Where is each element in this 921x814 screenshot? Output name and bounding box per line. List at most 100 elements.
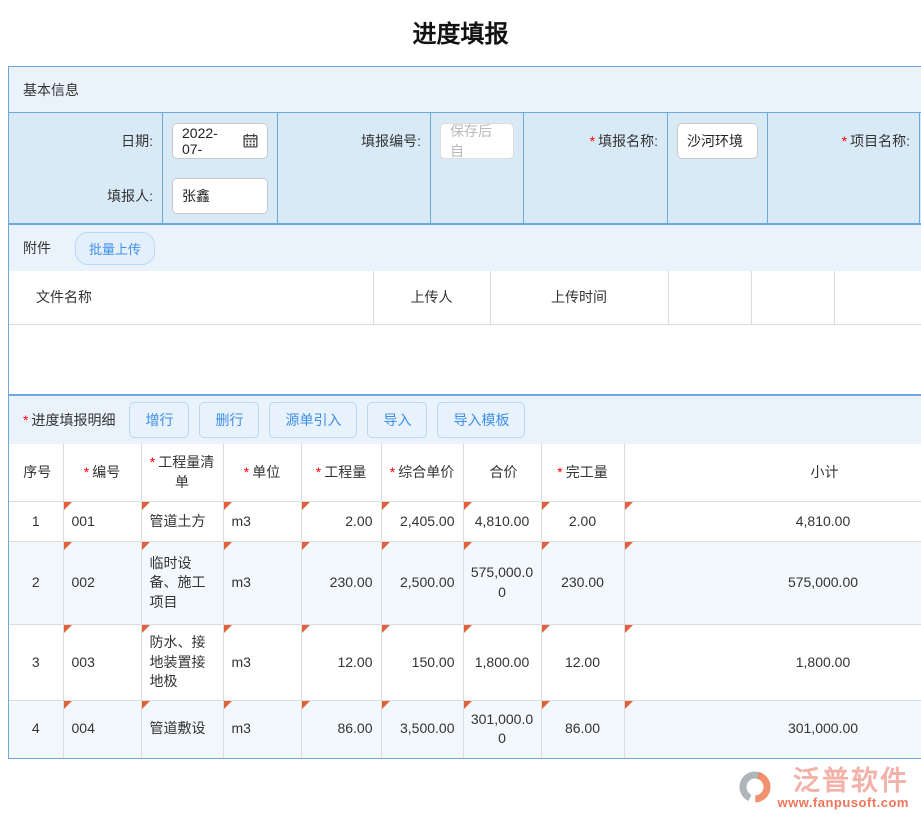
cell-seq: 4	[9, 701, 63, 758]
cell-seq: 3	[9, 625, 63, 701]
col-header-boq: *工程量清单	[141, 444, 223, 502]
cell-code[interactable]: 001	[63, 502, 141, 542]
table-row: 4 004 管道敷设 m3 86.00 3,500.00 301,000.00 …	[9, 701, 921, 758]
basic-info-title: 基本信息	[23, 80, 79, 100]
details-section: *进度填报明细 增行 删行 源单引入 导入 导入模板 序号 *编号 *工程量清单…	[8, 395, 921, 759]
cell-quantity[interactable]: 230.00	[301, 542, 381, 625]
source-import-button[interactable]: 源单引入	[269, 402, 357, 438]
cell-boq[interactable]: 管道土方	[141, 502, 223, 542]
report-no-cell: 保存后自	[430, 113, 523, 168]
attachments-header: 附件 批量上传	[9, 225, 921, 271]
cell-unit[interactable]: m3	[223, 625, 301, 701]
date-cell: 2022-07-	[162, 113, 277, 168]
cell-code[interactable]: 003	[63, 625, 141, 701]
col-header-empty	[834, 271, 921, 324]
batch-upload-button[interactable]: 批量上传	[75, 232, 155, 265]
date-label: 日期:	[9, 113, 162, 168]
cell-total-price[interactable]: 301,000.00	[463, 701, 541, 758]
cell-total-price[interactable]: 4,810.00	[463, 502, 541, 542]
cell-quantity[interactable]: 86.00	[301, 701, 381, 758]
required-asterisk: *	[23, 412, 28, 428]
report-no-label: 填报编号:	[277, 113, 430, 168]
col-header-completed-qty: *完工量	[541, 444, 624, 502]
project-name-label: * 项目名称:	[767, 113, 919, 168]
cell-total-price[interactable]: 575,000.00	[463, 542, 541, 625]
required-asterisk: *	[842, 133, 847, 149]
vendor-url: www.fanpusoft.com	[777, 795, 909, 810]
import-template-button[interactable]: 导入模板	[437, 402, 525, 438]
col-header-subtotal: 小计	[624, 444, 921, 502]
cell-subtotal[interactable]: 1,800.00	[624, 625, 921, 701]
table-row: 1 001 管道土方 m3 2.00 2,405.00 4,810.00 2.0…	[9, 502, 921, 542]
cell-unit-price[interactable]: 150.00	[381, 625, 463, 701]
cell-total-price[interactable]: 1,800.00	[463, 625, 541, 701]
cell-subtotal[interactable]: 301,000.00	[624, 701, 921, 758]
cell-unit[interactable]: m3	[223, 542, 301, 625]
cell-completed-qty[interactable]: 2.00	[541, 502, 624, 542]
col-header-seq: 序号	[9, 444, 63, 502]
col-header-unit-price: *综合单价	[381, 444, 463, 502]
col-header-empty	[668, 271, 751, 324]
add-row-button[interactable]: 增行	[129, 402, 189, 438]
cell-subtotal[interactable]: 575,000.00	[624, 542, 921, 625]
vendor-logo-icon	[735, 766, 775, 811]
col-header-quantity: *工程量	[301, 444, 381, 502]
cell-completed-qty[interactable]: 12.00	[541, 625, 624, 701]
col-header-uploader: 上传人	[373, 271, 490, 324]
empty-cell	[277, 168, 430, 223]
report-name-label: * 填报名称:	[523, 113, 667, 168]
filler-input[interactable]: 张鑫	[172, 178, 268, 214]
empty-cell	[523, 168, 667, 223]
details-header-row: 序号 *编号 *工程量清单 *单位 *工程量 *综合单价 合价 *完工量 小计	[9, 444, 921, 502]
details-header: *进度填报明细 增行 删行 源单引入 导入 导入模板	[9, 396, 921, 444]
cell-boq[interactable]: 防水、接地装置接地极	[141, 625, 223, 701]
attachments-empty-body	[9, 325, 921, 394]
cell-quantity[interactable]: 2.00	[301, 502, 381, 542]
cell-unit-price[interactable]: 2,405.00	[381, 502, 463, 542]
col-header-code: *编号	[63, 444, 141, 502]
cell-unit-price[interactable]: 2,500.00	[381, 542, 463, 625]
col-header-upload-time: 上传时间	[490, 271, 668, 324]
cell-quantity[interactable]: 12.00	[301, 625, 381, 701]
cell-unit-price[interactable]: 3,500.00	[381, 701, 463, 758]
report-no-input[interactable]: 保存后自	[440, 123, 514, 159]
table-row: 2 002 临时设备、施工项目 m3 230.00 2,500.00 575,0…	[9, 542, 921, 625]
details-title: *进度填报明细	[23, 410, 115, 430]
vendor-watermark: 泛普软件 www.fanpusoft.com	[735, 766, 909, 811]
details-table: 序号 *编号 *工程量清单 *单位 *工程量 *综合单价 合价 *完工量 小计 …	[9, 444, 921, 758]
attachments-section: 附件 批量上传 文件名称 上传人 上传时间	[8, 224, 921, 395]
empty-cell	[767, 168, 919, 223]
col-header-file-name: 文件名称	[9, 271, 373, 324]
date-input[interactable]: 2022-07-	[172, 123, 268, 159]
col-header-total-price: 合价	[463, 444, 541, 502]
cell-unit[interactable]: m3	[223, 502, 301, 542]
attachments-table: 文件名称 上传人 上传时间	[9, 271, 921, 325]
empty-cell	[667, 168, 767, 223]
empty-cell	[430, 168, 523, 223]
table-row: 3 003 防水、接地装置接地极 m3 12.00 150.00 1,800.0…	[9, 625, 921, 701]
report-name-cell: 沙河环境	[667, 113, 767, 168]
basic-info-form: 日期: 2022-07- 填报编号: 保存后自 * 填报名称: 沙河环境	[9, 113, 921, 223]
cell-boq[interactable]: 管道敷设	[141, 701, 223, 758]
report-name-input[interactable]: 沙河环境	[677, 123, 758, 159]
cell-code[interactable]: 002	[63, 542, 141, 625]
cell-completed-qty[interactable]: 86.00	[541, 701, 624, 758]
filler-cell: 张鑫	[162, 168, 277, 223]
import-button[interactable]: 导入	[367, 402, 427, 438]
filler-label: 填报人:	[9, 168, 162, 223]
basic-info-section: 基本信息 日期: 2022-07- 填报编号: 保存后自 * 填报名称:	[8, 66, 921, 224]
cell-subtotal[interactable]: 4,810.00	[624, 502, 921, 542]
col-header-empty	[751, 271, 834, 324]
delete-row-button[interactable]: 删行	[199, 402, 259, 438]
calendar-icon[interactable]	[243, 133, 258, 148]
cell-seq: 1	[9, 502, 63, 542]
col-header-unit: *单位	[223, 444, 301, 502]
cell-boq[interactable]: 临时设备、施工项目	[141, 542, 223, 625]
required-asterisk: *	[590, 133, 595, 149]
cell-completed-qty[interactable]: 230.00	[541, 542, 624, 625]
cell-unit[interactable]: m3	[223, 701, 301, 758]
page-title: 进度填报	[0, 14, 921, 49]
cell-seq: 2	[9, 542, 63, 625]
cell-code[interactable]: 004	[63, 701, 141, 758]
basic-info-header: 基本信息	[9, 67, 921, 113]
